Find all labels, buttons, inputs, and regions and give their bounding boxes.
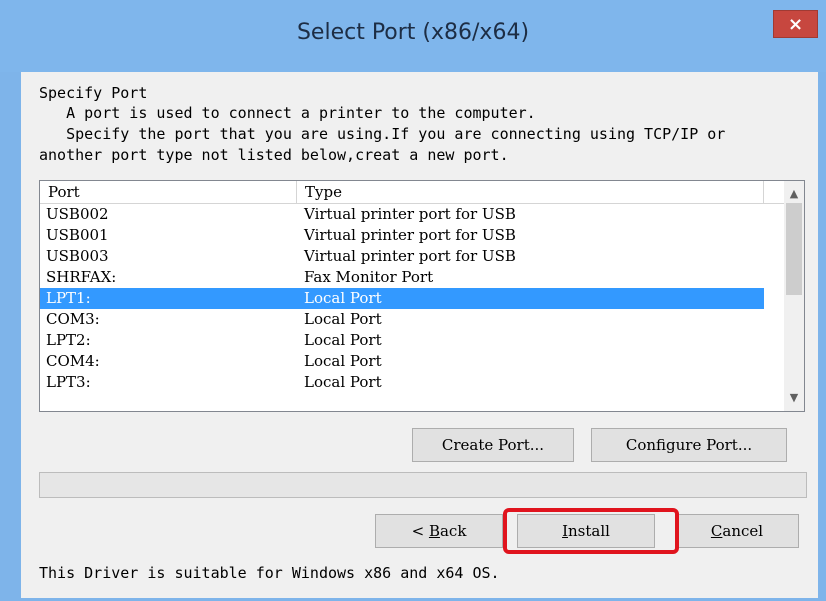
list-row-lpt3[interactable]: LPT3: Local Port <box>40 372 764 393</box>
port-name: SHRFAX: <box>46 268 117 286</box>
create-port-button[interactable]: Create Port... <box>412 428 574 462</box>
vertical-scrollbar[interactable]: ▲ ▼ <box>784 181 804 411</box>
list-row-com4[interactable]: COM4: Local Port <box>40 351 764 372</box>
list-row-com3[interactable]: COM3: Local Port <box>40 309 764 330</box>
back-accelerator-key: B <box>428 522 440 540</box>
cancel-label-rest: ancel <box>722 522 764 540</box>
install-highlight-box <box>503 508 679 554</box>
port-type: Local Port <box>304 310 382 328</box>
description-line-3: another port type not listed below,creat… <box>39 146 509 164</box>
dialog-title: Select Port (x86/x64) <box>296 20 530 45</box>
scrollbar-thumb[interactable] <box>786 203 802 295</box>
description-line-2: Specify the port that you are using.If y… <box>39 125 726 143</box>
configure-port-button[interactable]: Configure Port... <box>591 428 787 462</box>
port-name: USB002 <box>46 205 109 223</box>
list-row-lpt1-selected[interactable]: LPT1: Local Port <box>40 288 764 309</box>
section-heading: Specify Port <box>39 84 148 102</box>
port-name: COM3: <box>46 310 100 328</box>
port-name: LPT1: <box>46 289 91 307</box>
list-row-usb003[interactable]: USB003 Virtual printer port for USB <box>40 246 764 267</box>
port-type: Virtual printer port for USB <box>304 226 516 244</box>
title-bar[interactable]: Select Port (x86/x64) × <box>0 0 826 72</box>
port-type: Local Port <box>304 331 382 349</box>
close-icon: × <box>787 14 804 35</box>
port-name: COM4: <box>46 352 100 370</box>
list-row-usb002[interactable]: USB002 Virtual printer port for USB <box>40 204 764 225</box>
chevron-up-icon[interactable]: ▲ <box>784 185 804 203</box>
port-name: USB001 <box>46 226 109 244</box>
port-list[interactable]: Port Type USB002 Virtual printer port fo… <box>39 180 805 412</box>
dialog-body: Specify Port A port is used to connect a… <box>21 72 818 598</box>
description-line-1: A port is used to connect a printer to t… <box>39 104 536 122</box>
port-type: Local Port <box>304 289 382 307</box>
list-row-shrfax[interactable]: SHRFAX: Fax Monitor Port <box>40 267 764 288</box>
cancel-button[interactable]: Cancel <box>675 514 799 548</box>
back-button[interactable]: < Back <box>375 514 503 548</box>
chevron-down-icon[interactable]: ▼ <box>784 389 804 407</box>
port-type: Virtual printer port for USB <box>304 247 516 265</box>
cancel-accelerator-key: C <box>710 522 723 540</box>
list-row-lpt2[interactable]: LPT2: Local Port <box>40 330 764 351</box>
port-type: Fax Monitor Port <box>304 268 434 286</box>
close-button[interactable]: × <box>773 10 818 38</box>
port-type: Virtual printer port for USB <box>304 205 516 223</box>
port-name: USB003 <box>46 247 109 265</box>
back-label-rest: ack <box>439 522 467 540</box>
back-label-prefix: < <box>411 522 429 540</box>
port-type: Local Port <box>304 373 382 391</box>
column-header-type[interactable]: Type <box>297 181 764 203</box>
port-name: LPT2: <box>46 331 91 349</box>
list-row-usb001[interactable]: USB001 Virtual printer port for USB <box>40 225 764 246</box>
port-type: Local Port <box>304 352 382 370</box>
compatibility-note: This Driver is suitable for Windows x86 … <box>39 564 500 582</box>
list-header: Port Type <box>40 181 784 204</box>
column-header-port[interactable]: Port <box>40 181 297 203</box>
select-port-dialog: Select Port (x86/x64) × Specify Port A p… <box>0 0 826 601</box>
port-name: LPT3: <box>46 373 91 391</box>
progress-bar <box>39 472 807 498</box>
